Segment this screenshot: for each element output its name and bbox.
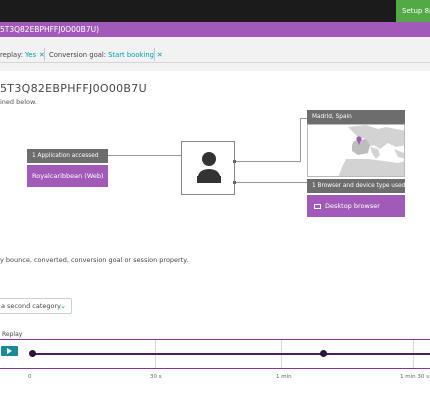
- filter-chip-replay[interactable]: replay: Yes ✕: [0, 49, 45, 61]
- filter-chip-value: Yes: [25, 51, 36, 59]
- connector-line: [108, 155, 181, 156]
- filter-separator: [44, 48, 45, 61]
- location-card-header: Madrid, Spain: [307, 110, 405, 124]
- filter-chip-label: Conversion goal:: [49, 51, 107, 59]
- timeline-event-dot[interactable]: [29, 350, 36, 357]
- second-category-select[interactable]: a second category ⌄: [0, 298, 72, 314]
- connector-line: [236, 161, 301, 162]
- timeline-event-dot[interactable]: [319, 350, 327, 357]
- select-value: a second category: [1, 302, 62, 310]
- application-card[interactable]: Royalcaribbean (Web): [27, 165, 108, 187]
- replay-label: Replay: [2, 331, 23, 338]
- filter-chip-label: replay:: [0, 51, 24, 59]
- page-title: 5T3Q82EBPHFFJ0O00B7U: [0, 82, 147, 95]
- connector-line: [300, 118, 301, 162]
- page-subtitle: ined below.: [0, 98, 37, 106]
- application-name: Royalcaribbean (Web): [32, 172, 104, 180]
- timeline-tick-label: 30 s: [150, 374, 162, 380]
- timeline-track[interactable]: [31, 353, 430, 355]
- browser-card[interactable]: Desktop browser: [307, 195, 405, 217]
- user-icon: [197, 152, 221, 183]
- location-map: [307, 124, 405, 177]
- play-icon: [7, 348, 12, 354]
- monitor-icon: [314, 204, 321, 209]
- session-title-bar: 5T3Q82EBPHFFJ0O00B7U): [0, 22, 430, 37]
- browser-type: Desktop browser: [325, 202, 380, 210]
- filter-separator: [154, 48, 155, 61]
- filter-bar: replay: Yes ✕ Conversion goal: Start bookin…: [0, 45, 430, 63]
- filter-chip-conversion-goal[interactable]: Conversion goal: Start booking ✕: [49, 49, 163, 61]
- top-navigation-bar: Setup 88: [0, 0, 430, 22]
- user-node: [181, 141, 235, 195]
- replay-timeline[interactable]: [0, 339, 430, 369]
- timeline-tick-label: 0: [28, 374, 32, 380]
- connector-line: [236, 182, 307, 183]
- browser-card-header: 1 Browser and device type used: [307, 179, 405, 193]
- connector-line: [300, 118, 307, 119]
- world-map-image: [308, 125, 404, 176]
- session-title-bar-text: 5T3Q82EBPHFFJ0O00B7U): [0, 25, 100, 34]
- play-button[interactable]: [1, 346, 18, 356]
- application-card-header: 1 Application accessed: [27, 149, 108, 163]
- category-description: y bounce, converted, conversion goal or …: [0, 256, 189, 264]
- setup-button[interactable]: Setup 88: [396, 0, 430, 22]
- filter-chip-value: Start booking: [108, 51, 154, 59]
- chevron-down-icon: ⌄: [60, 302, 66, 310]
- remove-filter-icon[interactable]: ✕: [157, 51, 163, 59]
- timeline-tick-label: 1 min 30 s: [400, 374, 429, 380]
- timeline-tick-label: 1 min: [276, 374, 292, 380]
